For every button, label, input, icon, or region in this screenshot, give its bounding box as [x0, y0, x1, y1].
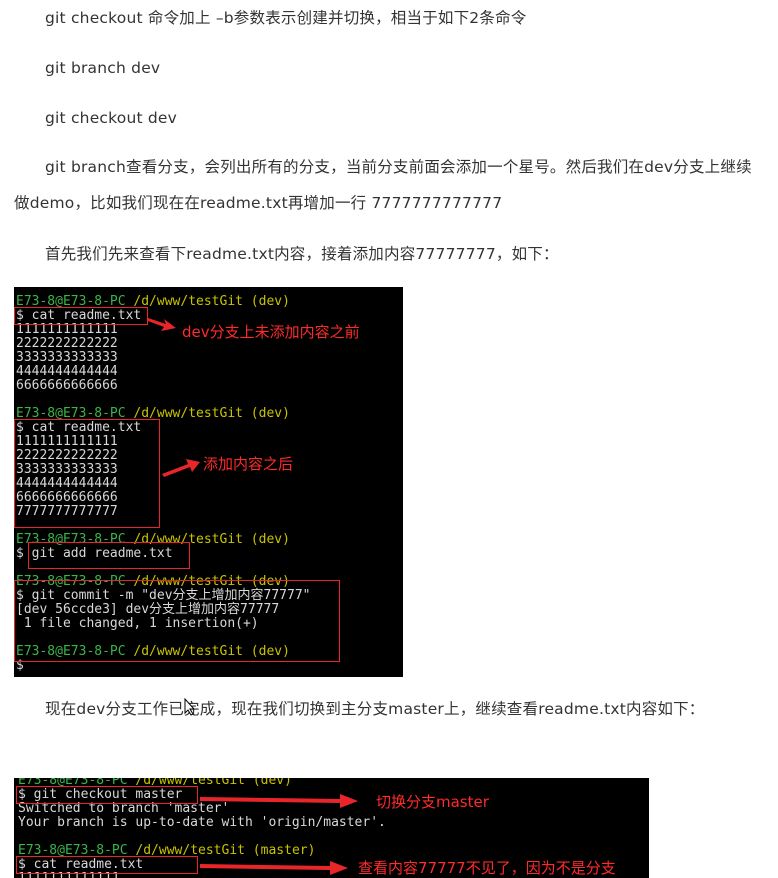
- paragraph-checkout-b: git checkout 命令加上 –b参数表示创建并切换，相当于如下2条命令: [45, 9, 527, 27]
- terminal-output-line: 3333333333333: [16, 350, 118, 365]
- annotation-switch: 切换分支master: [376, 793, 489, 811]
- paragraph-branch-explain: git branch查看分支，会列出所有的分支，当前分支前面会添加一个星号。然后…: [14, 158, 752, 212]
- paragraph-git-checkout-dev: git checkout dev: [45, 109, 178, 127]
- highlight-box-checkout: [16, 786, 198, 804]
- terminal-output-switched: Switched to branch 'master': [18, 801, 230, 816]
- mouse-cursor-icon: [184, 698, 196, 716]
- annotation-after: 添加内容之后: [203, 455, 294, 473]
- paragraph-view-readme: 首先我们先来查看下readme.txt内容，接着添加内容77777777，如下：: [45, 245, 559, 263]
- highlight-box-cat-master: [16, 856, 198, 874]
- terminal-output-uptodate: Your branch is up-to-date with 'origin/m…: [18, 815, 386, 830]
- terminal-output-line: 4444444444444: [16, 364, 118, 379]
- terminal-output-line: 6666666666666: [16, 378, 118, 393]
- terminal-output-line: 1111111111111: [16, 322, 118, 337]
- annotation-view: 查看内容77777不见了，因为不是分支: [358, 859, 616, 877]
- annotation-before: dev分支上未添加内容之前: [182, 323, 360, 341]
- terminal-output-line: 2222222222222: [16, 336, 118, 351]
- red-arrow-icon: [148, 318, 176, 331]
- red-arrow-icon: [200, 794, 358, 808]
- paragraph-git-branch-dev: git branch dev: [45, 59, 161, 77]
- highlight-box-after: [14, 419, 160, 528]
- paragraph-switch-master: 现在dev分支工作已完成，现在我们切换到主分支master上，继续查看readm…: [45, 700, 705, 718]
- terminal-screenshot-dev: E73-8@E73-8-PC /d/www/testGit (dev) $ ca…: [14, 287, 403, 677]
- red-arrow-icon: [162, 459, 200, 477]
- highlight-box-commit: [14, 580, 340, 662]
- red-arrow-icon: [200, 861, 348, 875]
- highlight-box-cat: [14, 307, 148, 325]
- highlight-box-add: [28, 542, 190, 569]
